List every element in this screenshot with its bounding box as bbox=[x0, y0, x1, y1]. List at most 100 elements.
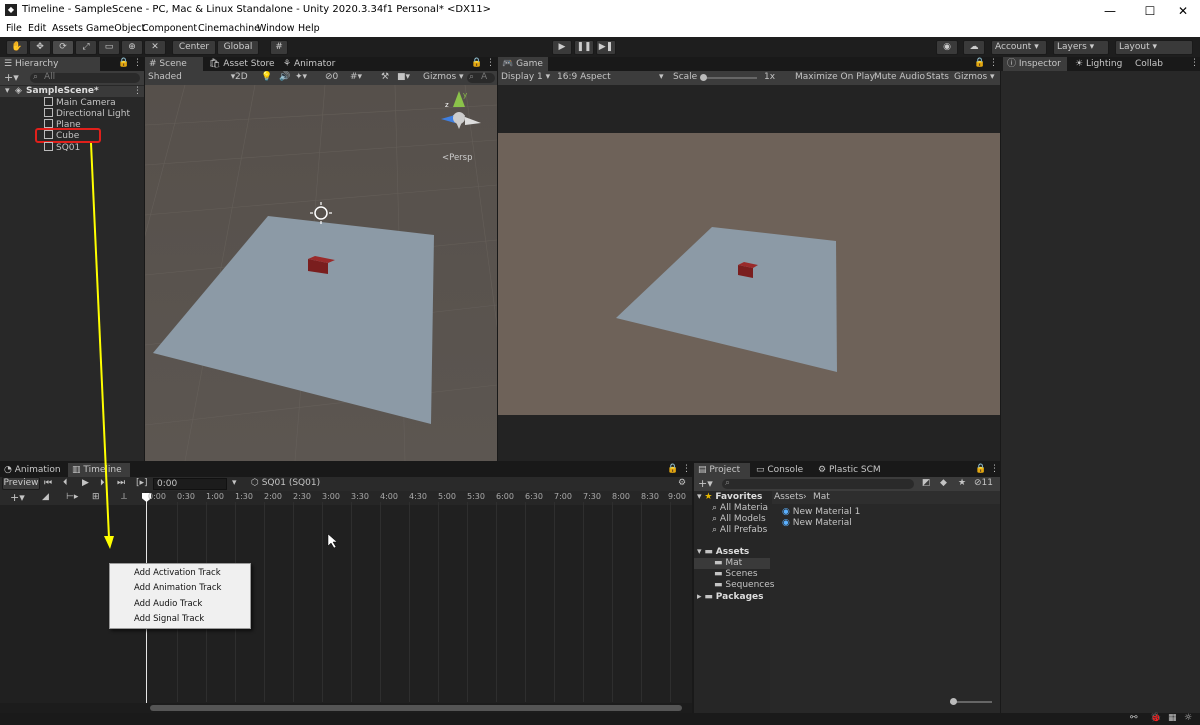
lock-icon[interactable]: 🔒 bbox=[471, 58, 482, 68]
search-by-label-icon[interactable]: ◆ bbox=[940, 478, 947, 488]
time-field[interactable]: 0:00 bbox=[153, 478, 227, 490]
tab-animator[interactable]: ⚘ Animator bbox=[279, 57, 339, 71]
pivot-global-button[interactable]: Global bbox=[217, 40, 259, 55]
hidden-packages-icon[interactable]: ⊘11 bbox=[974, 478, 993, 488]
tab-scene[interactable]: # Scene bbox=[145, 57, 203, 71]
tab-hierarchy[interactable]: ☰ Hierarchy bbox=[0, 57, 100, 71]
tab-plastic-scm[interactable]: ⚙ Plastic SCM bbox=[814, 463, 885, 477]
gizmos-dropdown[interactable]: Gizmos ▾ bbox=[423, 72, 464, 82]
prev-frame-icon[interactable]: ⏴ bbox=[63, 478, 68, 488]
transform-tool-icon[interactable]: ⊕ bbox=[121, 40, 143, 55]
move-tool-icon[interactable]: ✥ bbox=[29, 40, 51, 55]
scale-tool-icon[interactable]: ⤢ bbox=[75, 40, 97, 55]
menu-help[interactable]: Help bbox=[298, 23, 320, 34]
tab-timeline[interactable]: ▥ Timeline bbox=[68, 463, 130, 477]
goto-start-icon[interactable]: ⏮ bbox=[44, 478, 52, 488]
timeline-settings-icon[interactable]: ⚙ bbox=[678, 478, 686, 488]
next-frame-icon[interactable]: ⏵ bbox=[100, 478, 105, 488]
hierarchy-item-main-camera[interactable]: Main Camera bbox=[44, 97, 116, 108]
preview-toggle[interactable]: Preview bbox=[2, 477, 40, 490]
snap-icon[interactable]: ⊞ bbox=[92, 492, 100, 502]
play-button[interactable]: ▶ bbox=[552, 40, 572, 55]
asset-file[interactable]: ◉ New Material bbox=[782, 518, 852, 528]
create-plus-button[interactable]: +▾ bbox=[4, 71, 19, 84]
menu-edit[interactable]: Edit bbox=[28, 23, 46, 34]
add-track-button[interactable]: +▾ bbox=[10, 491, 25, 504]
close-button[interactable]: ✕ bbox=[1165, 0, 1200, 22]
project-search-input[interactable]: ⌕ bbox=[722, 478, 914, 489]
markers-icon[interactable]: ⊢▸ bbox=[66, 492, 78, 502]
tab-lighting[interactable]: ☀ Lighting bbox=[1071, 57, 1126, 71]
game-gizmos-dropdown[interactable]: Gizmos ▾ bbox=[954, 72, 995, 82]
pivot-center-button[interactable]: Center bbox=[172, 40, 216, 55]
progress-icon[interactable]: ▦ bbox=[1168, 713, 1177, 723]
kebab-menu-icon[interactable]: ⋮ bbox=[990, 464, 999, 474]
camera-icon[interactable]: ■▾ bbox=[397, 72, 410, 82]
scale-slider-handle[interactable] bbox=[700, 74, 707, 81]
account-dropdown[interactable]: Account ▾ bbox=[991, 40, 1047, 55]
menu-add-activation-track[interactable]: Add Activation Track bbox=[134, 568, 221, 578]
snap-grid-icon[interactable]: # bbox=[270, 40, 288, 55]
packages-folder[interactable]: ▸ ▬ Packages bbox=[697, 592, 764, 602]
expand-arrow-icon[interactable]: ▾ bbox=[5, 86, 10, 96]
menu-gameobject[interactable]: GameObject bbox=[86, 23, 145, 34]
kebab-menu-icon[interactable]: ⋮ bbox=[682, 464, 691, 474]
scale-slider[interactable] bbox=[701, 77, 757, 79]
tools-icon[interactable]: ⚒ bbox=[381, 72, 389, 82]
pause-button[interactable]: ❚❚ bbox=[574, 40, 594, 55]
assets-folder[interactable]: ▾ ▬ Assets bbox=[697, 547, 749, 557]
tab-game[interactable]: 🎮 Game bbox=[498, 57, 548, 71]
fav-item[interactable]: ⌕ All Prefabs bbox=[712, 525, 767, 535]
lock-icon[interactable]: 🔒 bbox=[974, 58, 985, 68]
breadcrumb-mat[interactable]: Mat bbox=[813, 492, 830, 502]
folder-scenes[interactable]: ▬ Scenes bbox=[714, 569, 758, 579]
goto-end-icon[interactable]: ⏭ bbox=[117, 478, 125, 488]
icon-size-handle[interactable] bbox=[950, 698, 957, 705]
lock-icon[interactable]: 🔒 bbox=[667, 464, 678, 474]
tab-animation[interactable]: ◔ Animation bbox=[0, 463, 65, 477]
maximize-on-play-toggle[interactable]: Maximize On Play bbox=[795, 72, 875, 82]
folder-sequences[interactable]: ▬ Sequences bbox=[714, 580, 774, 590]
menu-cinemachine[interactable]: Cinemachine bbox=[198, 23, 260, 34]
aspect-dropdown[interactable]: 16:9 Aspect ▾ bbox=[557, 72, 667, 82]
layers-dropdown[interactable]: Layers ▾ bbox=[1053, 40, 1109, 55]
step-button[interactable]: ▶❚ bbox=[596, 40, 616, 55]
hidden-objects-icon[interactable]: ⊘0 bbox=[325, 72, 338, 82]
curves-icon[interactable]: ◢ bbox=[42, 492, 49, 502]
scene-kebab-icon[interactable]: ⋮ bbox=[133, 86, 142, 96]
project-create-button[interactable]: +▾ bbox=[698, 477, 713, 490]
folder-mat[interactable]: ▬ Mat bbox=[714, 558, 742, 568]
kebab-menu-icon[interactable]: ⋮ bbox=[133, 58, 142, 68]
shading-dropdown[interactable]: Shaded ▾ bbox=[148, 72, 235, 82]
display-dropdown[interactable]: Display 1 ▾ bbox=[501, 72, 550, 82]
game-viewport[interactable] bbox=[498, 133, 1000, 415]
hierarchy-item-directional-light[interactable]: Directional Light bbox=[44, 108, 130, 119]
2d-toggle[interactable]: 2D bbox=[235, 72, 248, 82]
favorites-header[interactable]: ▾ ★ Favorites bbox=[697, 492, 762, 502]
lighting-toggle-icon[interactable]: 💡 bbox=[261, 72, 272, 82]
debug-icon[interactable]: 🐞 bbox=[1150, 713, 1161, 723]
maximize-button[interactable]: ☐ bbox=[1132, 0, 1168, 22]
scene-row[interactable]: SampleScene* ▾ ◈ ⋮ bbox=[0, 86, 144, 97]
effects-toggle-icon[interactable]: ✦▾ bbox=[295, 72, 307, 82]
cloud-icon[interactable]: ☁ bbox=[963, 40, 985, 55]
play-icon[interactable]: ▶ bbox=[82, 478, 89, 488]
hand-tool-icon[interactable]: ✋ bbox=[6, 40, 28, 55]
grid-toggle-icon[interactable]: #▾ bbox=[350, 72, 362, 82]
menu-add-animation-track[interactable]: Add Animation Track bbox=[134, 583, 221, 593]
menu-assets[interactable]: Assets bbox=[52, 23, 83, 34]
scrollbar-thumb[interactable] bbox=[150, 705, 682, 711]
collab-icon[interactable]: ◉ bbox=[936, 40, 958, 55]
settings-icon[interactable]: ☼ bbox=[1184, 713, 1192, 723]
scene-search-input[interactable]: ⌕ A bbox=[467, 72, 495, 83]
tab-project[interactable]: ▤ Project bbox=[694, 463, 750, 477]
kebab-menu-icon[interactable]: ⋮ bbox=[989, 58, 998, 68]
minimize-button[interactable]: — bbox=[1092, 0, 1128, 22]
tab-collab[interactable]: Collab bbox=[1131, 57, 1167, 71]
hierarchy-search-input[interactable]: All ⌕ bbox=[30, 72, 140, 83]
audio-toggle-icon[interactable]: 🔊 bbox=[279, 72, 290, 82]
lock-icon[interactable]: 🔒 bbox=[975, 464, 986, 474]
fav-item[interactable]: ⌕ All Models bbox=[712, 514, 766, 524]
menu-add-signal-track[interactable]: Add Signal Track bbox=[134, 614, 204, 624]
mute-audio-toggle[interactable]: Mute Audio bbox=[874, 72, 925, 82]
